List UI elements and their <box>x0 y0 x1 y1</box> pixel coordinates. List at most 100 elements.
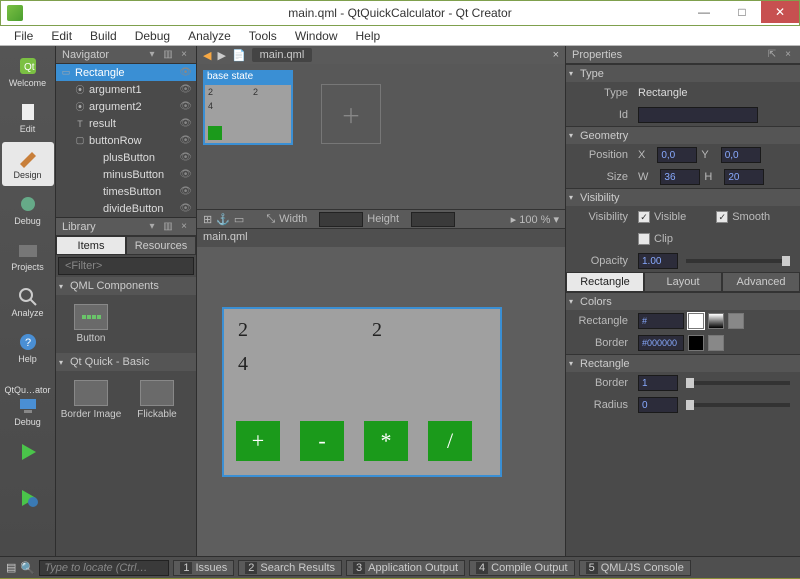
visibility-toggle-icon[interactable]: 👁 <box>179 186 192 197</box>
current-file[interactable]: main.qml <box>252 48 313 62</box>
close-panel-icon[interactable]: × <box>178 49 190 61</box>
menu-window[interactable]: Window <box>287 28 346 44</box>
menu-build[interactable]: Build <box>82 28 125 44</box>
height-input[interactable] <box>411 212 455 227</box>
none-swatch[interactable] <box>708 335 724 351</box>
library-filter-input[interactable]: <Filter> <box>58 257 194 275</box>
menu-debug[interactable]: Debug <box>127 28 178 44</box>
menu-help[interactable]: Help <box>348 28 389 44</box>
output-pane-compile[interactable]: 4Compile Output <box>469 560 575 576</box>
section-type[interactable]: Type <box>566 64 800 82</box>
add-state-button[interactable]: ＋ <box>321 84 381 144</box>
tree-row-rectangle[interactable]: ▭Rectangle👁 <box>56 64 196 81</box>
clip-checkbox[interactable] <box>638 233 650 245</box>
sidebar-item-welcome[interactable]: Qt Welcome <box>2 50 54 94</box>
sidebar-item-help[interactable]: ? Help <box>2 326 54 370</box>
tab-resources[interactable]: Resources <box>126 236 196 255</box>
radius-input[interactable]: 0 <box>638 397 678 413</box>
sidebar-item-design[interactable]: Design <box>2 142 54 186</box>
back-icon[interactable]: ◀ <box>203 49 211 62</box>
minimize-button[interactable]: — <box>685 1 723 23</box>
menu-analyze[interactable]: Analyze <box>180 28 239 44</box>
visibility-toggle-icon[interactable]: 👁 <box>179 135 192 146</box>
visible-checkbox[interactable]: ✓ <box>638 211 650 223</box>
zoom-value[interactable]: 100 % <box>519 214 550 226</box>
tab-advanced[interactable]: Advanced <box>722 272 800 292</box>
library-section-qtquick-basic[interactable]: Qt Quick - Basic <box>56 353 196 371</box>
section-visibility[interactable]: Visibility <box>566 188 800 206</box>
anchor-icon[interactable]: ⚓ <box>216 213 230 226</box>
tab-rectangle[interactable]: Rectangle <box>566 272 644 292</box>
visibility-toggle-icon[interactable]: 👁 <box>179 152 192 163</box>
close-button[interactable]: ✕ <box>761 1 799 23</box>
bounds-icon[interactable]: ▭ <box>234 213 244 226</box>
library-item-flickable[interactable]: Flickable <box>126 375 188 425</box>
locator-input[interactable]: Type to locate (Ctrl… <box>39 560 169 576</box>
library-item-border-image[interactable]: Border Image <box>60 375 122 425</box>
sidebar-item-debug[interactable]: Debug <box>2 188 54 232</box>
tab-items[interactable]: Items <box>56 236 126 255</box>
visibility-toggle-icon[interactable]: 👁 <box>179 84 192 95</box>
tab-layout[interactable]: Layout <box>644 272 722 292</box>
solid-color-swatch[interactable] <box>688 335 704 351</box>
times-button[interactable]: * <box>364 421 408 461</box>
rectangle-color-input[interactable]: # <box>638 313 684 329</box>
height-input[interactable]: 20 <box>724 169 764 185</box>
visibility-toggle-icon[interactable]: 👁 <box>179 101 192 112</box>
artboard[interactable]: 2 2 4 + - * / <box>222 307 502 477</box>
plus-button[interactable]: + <box>236 421 280 461</box>
sidebar-item-run-debug[interactable] <box>2 476 54 520</box>
snap-icon[interactable]: ⊞ <box>203 213 212 226</box>
section-geometry[interactable]: Geometry <box>566 126 800 144</box>
y-input[interactable]: 0,0 <box>721 147 761 163</box>
divide-button[interactable]: / <box>428 421 472 461</box>
sidebar-item-run[interactable] <box>2 430 54 474</box>
menu-tools[interactable]: Tools <box>241 28 285 44</box>
tree-row-dividebutton[interactable]: divideButton👁 <box>56 200 196 217</box>
opacity-slider[interactable] <box>686 259 790 263</box>
split-icon[interactable]: ▥ <box>162 49 174 61</box>
tree-row-argument2[interactable]: ⦿argument2👁 <box>56 98 196 115</box>
chevron-down-icon[interactable]: ▾ <box>146 49 158 61</box>
solid-color-swatch[interactable] <box>688 313 704 329</box>
forward-icon[interactable]: ▶ <box>217 49 225 62</box>
visibility-toggle-icon[interactable]: 👁 <box>179 118 192 129</box>
sidebar-item-analyze[interactable]: Analyze <box>2 280 54 324</box>
visibility-toggle-icon[interactable]: 👁 <box>179 169 192 180</box>
id-input[interactable] <box>638 107 758 123</box>
library-section-qml-components[interactable]: QML Components <box>56 277 196 295</box>
visibility-toggle-icon[interactable]: 👁 <box>179 203 192 214</box>
gradient-swatch[interactable] <box>708 313 724 329</box>
sidebar-item-projects[interactable]: Projects <box>2 234 54 278</box>
argument2-text[interactable]: 2 <box>372 319 382 342</box>
sidebar-item-project-selector[interactable]: QtQu…ator Debug <box>2 384 54 428</box>
resize-icon[interactable]: ⤡ <box>266 213 275 226</box>
argument1-text[interactable]: 2 <box>238 319 248 342</box>
tree-row-timesbutton[interactable]: timesButton👁 <box>56 183 196 200</box>
visibility-toggle-icon[interactable]: 👁 <box>179 67 192 78</box>
minus-button[interactable]: - <box>300 421 344 461</box>
tree-row-result[interactable]: Tresult👁 <box>56 115 196 132</box>
radius-slider[interactable] <box>686 403 790 407</box>
sidebar-item-edit[interactable]: Edit <box>2 96 54 140</box>
opacity-input[interactable]: 1.00 <box>638 253 678 269</box>
close-panel-icon[interactable]: × <box>782 49 794 61</box>
section-rectangle[interactable]: Rectangle <box>566 354 800 372</box>
output-pane-issues[interactable]: 1Issues <box>173 560 234 576</box>
close-file-icon[interactable]: × <box>553 49 559 61</box>
width-input[interactable]: 36 <box>660 169 700 185</box>
maximize-button[interactable]: □ <box>723 1 761 23</box>
border-width-input[interactable]: 1 <box>638 375 678 391</box>
tree-row-minusbutton[interactable]: minusButton👁 <box>56 166 196 183</box>
output-pane-appoutput[interactable]: 3Application Output <box>346 560 465 576</box>
pin-icon[interactable]: ⇱ <box>766 49 778 61</box>
split-icon[interactable]: ▥ <box>162 221 174 233</box>
tree-row-buttonrow[interactable]: ▢buttonRow👁 <box>56 132 196 149</box>
width-input[interactable] <box>319 212 363 227</box>
x-input[interactable]: 0,0 <box>657 147 697 163</box>
chevron-down-icon[interactable]: ▾ <box>146 221 158 233</box>
design-canvas[interactable]: 2 2 4 + - * / <box>197 247 565 556</box>
tree-row-argument1[interactable]: ⦿argument1👁 <box>56 81 196 98</box>
tree-row-plusbutton[interactable]: plusButton👁 <box>56 149 196 166</box>
state-base[interactable]: base state 2 2 4 <box>203 70 293 145</box>
